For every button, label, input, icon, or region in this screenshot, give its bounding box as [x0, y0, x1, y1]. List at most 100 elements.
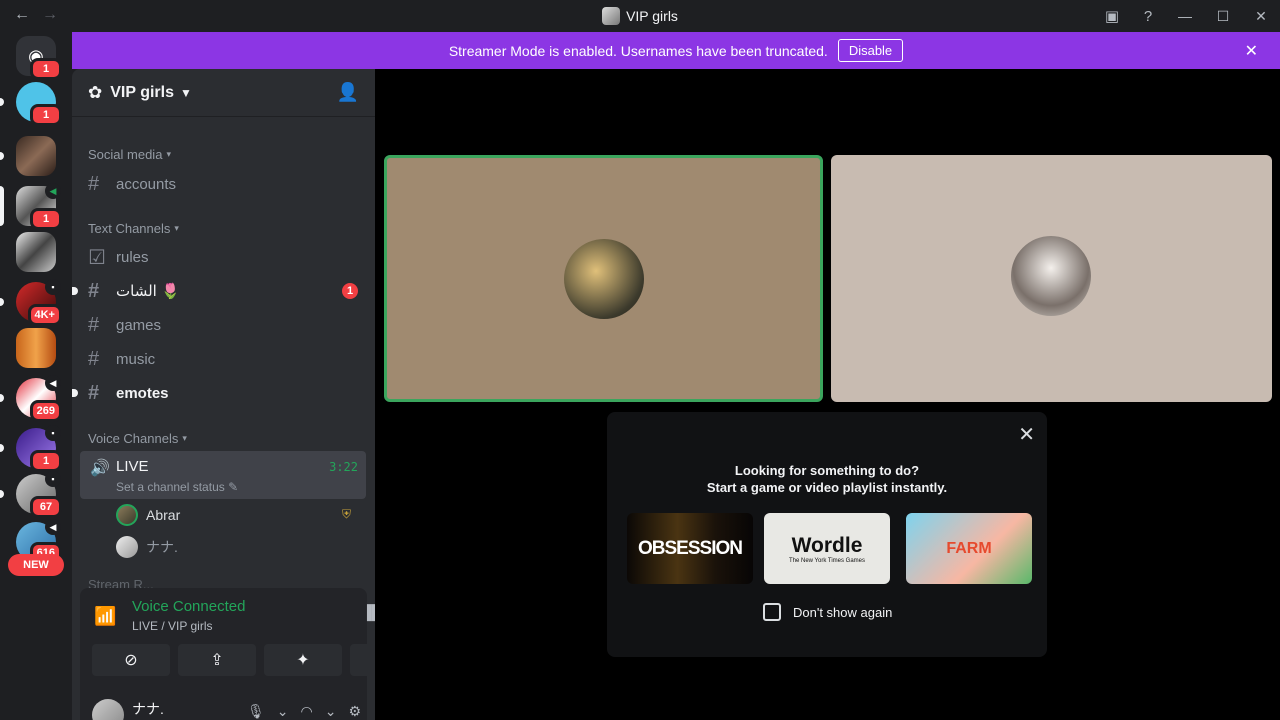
channel-rules[interactable]: ☑ rules [80, 241, 366, 273]
close-window-button[interactable]: ✕ [1242, 0, 1280, 32]
gear-icon: ✿ [88, 82, 103, 102]
avatar[interactable] [92, 699, 124, 720]
category-voice-channels[interactable]: Voice Channels ▾ [88, 431, 187, 446]
close-icon[interactable]: ✕ [1245, 41, 1258, 61]
server-icon-4[interactable] [16, 232, 56, 272]
speaker-icon: ◀ [45, 519, 61, 535]
chevron-down-icon: ▼ [179, 85, 192, 100]
add-member-icon[interactable]: 👤 [337, 82, 359, 103]
speaker-icon: 🔊 [90, 460, 110, 477]
unread-indicator [72, 287, 78, 295]
soundboard-button[interactable]: ✺ [350, 644, 375, 676]
server-icon-8[interactable]: ▪ 1 [0, 425, 62, 472]
server-icon-1[interactable]: 1 [0, 82, 62, 126]
mention-badge: 1 [30, 104, 62, 126]
new-unreads-badge[interactable]: NEW [8, 554, 64, 576]
headphones-icon[interactable]: ◠ [300, 703, 312, 720]
channel-sidebar: ✿ VIP girls ▼ 👤 Social media ▾ # accounts… [72, 69, 375, 720]
server-icon [602, 7, 621, 25]
chat-icon: ▪ [45, 425, 61, 441]
voice-member[interactable]: Abrar [116, 501, 180, 529]
channel-accounts[interactable]: # accounts [80, 168, 366, 200]
voice-channel-path[interactable]: LIVE / VIP girls [132, 619, 212, 633]
mention-badge: 1 [30, 208, 62, 230]
mention-badge: 269 [29, 400, 62, 422]
username: ナナ. [132, 701, 164, 717]
participant-tile[interactable] [831, 155, 1272, 402]
hash-icon: # [88, 172, 100, 195]
mention-badge: 4K+ [27, 304, 62, 326]
microphone-icon[interactable]: 🎙 [247, 703, 265, 720]
banner-text: Streamer Mode is enabled. Usernames have… [448, 42, 828, 59]
game-card-farm[interactable]: FARM [906, 513, 1032, 584]
speaker-icon: ◀ [45, 183, 61, 199]
guild-name: VIP girls [110, 83, 174, 101]
maximize-button[interactable]: ☐ [1204, 0, 1242, 32]
help-icon[interactable]: ? [1130, 0, 1166, 32]
popup-subheading: Start a game or video playlist instantly… [706, 480, 948, 495]
channel-music[interactable]: # music [80, 343, 366, 375]
gear-icon[interactable]: ⚙ [348, 703, 361, 720]
chevron-down-icon[interactable]: ⌄ [325, 703, 337, 720]
mention-badge: 1 [342, 283, 358, 299]
close-icon[interactable]: ✕ [1018, 422, 1035, 447]
call-duration: 3:22 [329, 460, 358, 474]
hash-icon: # [88, 313, 100, 336]
server-icon-9[interactable]: ▪ 67 [0, 471, 62, 518]
participant-tile-speaking[interactable] [384, 155, 823, 402]
dont-show-again-checkbox[interactable]: Don't show again [763, 603, 892, 621]
inbox-icon[interactable]: ▣ [1094, 0, 1130, 32]
channel-chat[interactable]: # الشات 🌷 1 [72, 275, 366, 307]
activity-suggestion-popup: ✕ Looking for something to do? Start a g… [607, 412, 1047, 657]
mention-badge: 67 [30, 496, 62, 518]
hash-icon: # [88, 381, 100, 404]
server-icon-5[interactable]: ▪ 4K+ [0, 279, 62, 326]
voice-channel-live[interactable]: 🔊 LIVE 3:22 Set a channel status ✎ [80, 451, 366, 499]
home-button[interactable]: ◉ 1 [16, 36, 62, 80]
category-text-channels[interactable]: Text Channels ▾ [88, 221, 179, 236]
camera-off-button[interactable]: ⊘ [92, 644, 170, 676]
noise-suppression-icon[interactable]: ▐▌▐ [362, 604, 375, 620]
streamer-mode-banner: Streamer Mode is enabled. Usernames have… [72, 32, 1280, 69]
activities-button[interactable]: ✦ [264, 644, 342, 676]
unread-indicator [72, 389, 78, 397]
category-social-media[interactable]: Social media ▾ [88, 147, 171, 162]
screen-share-button[interactable]: ⇪ [178, 644, 256, 676]
server-rail: ◉ 1 1 ◀ 1 ▪ 4K+ ◀ 269 ▪ 1 ▪ 67 ◀ 616 NEW [0, 32, 72, 720]
hash-icon: # [88, 347, 100, 370]
disable-streamer-mode-button[interactable]: Disable [837, 39, 904, 62]
voice-member[interactable]: ナナ. [116, 533, 178, 561]
guild-header[interactable]: ✿ VIP girls ▼ 👤 [72, 69, 375, 117]
minimize-button[interactable]: — [1166, 0, 1204, 32]
channel-emotes[interactable]: # emotes [72, 377, 366, 409]
server-icon-2[interactable] [0, 136, 56, 176]
server-icon-vip[interactable]: ◀ 1 [0, 183, 62, 230]
chat-icon: ▪ [45, 471, 61, 487]
avatar [116, 504, 138, 526]
signal-icon[interactable]: 📶 [94, 606, 116, 627]
window-title-text: VIP girls [626, 8, 678, 24]
server-icon-7[interactable]: ◀ 269 [0, 375, 62, 422]
chevron-down-icon[interactable]: ⌄ [277, 703, 289, 720]
hash-icon: # [88, 279, 100, 302]
mention-badge: 1 [30, 450, 62, 472]
shield-icon: ⛨ [342, 507, 352, 521]
title-bar: ← → VIP girls ▣ ? — ☐ ✕ [0, 0, 1280, 32]
server-icon-6[interactable] [16, 328, 56, 368]
avatar [564, 239, 644, 319]
window-title: VIP girls [0, 0, 1280, 32]
chat-icon: ▪ [45, 279, 61, 295]
checkbox-icon [763, 603, 781, 621]
game-card-obsession[interactable]: OBSESSION [627, 513, 753, 584]
avatar [1011, 236, 1091, 316]
popup-heading: Looking for something to do? [734, 463, 920, 478]
forward-icon[interactable]: → [42, 6, 58, 24]
voice-connected-label: Voice Connected [132, 598, 246, 615]
set-channel-status[interactable]: Set a channel status ✎ [116, 480, 238, 494]
channel-games[interactable]: # games [80, 309, 366, 341]
back-icon[interactable]: ← [14, 6, 30, 24]
game-card-wordle[interactable]: Wordle The New York Times Games [764, 513, 890, 584]
speaker-icon: ◀ [45, 375, 61, 391]
avatar [116, 536, 138, 558]
rules-icon: ☑ [88, 246, 106, 269]
